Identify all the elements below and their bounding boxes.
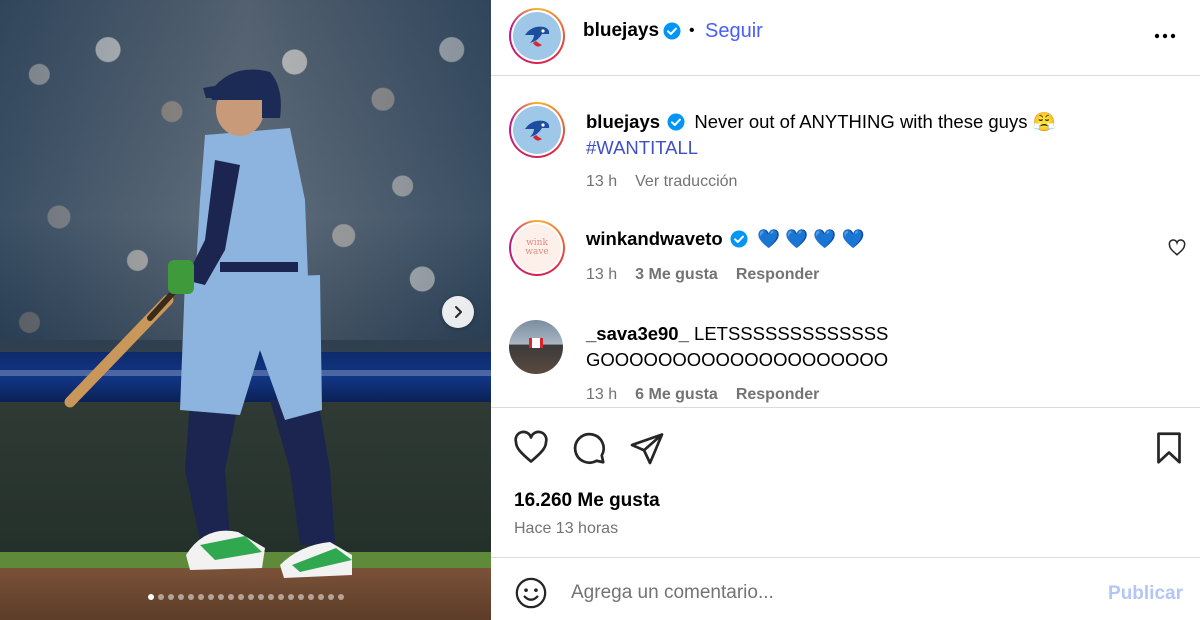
author-avatar[interactable]: [509, 8, 565, 64]
comment-icon[interactable]: [571, 430, 607, 466]
caption-avatar[interactable]: [509, 102, 565, 158]
post-panel: bluejays • Seguir bluejays Never out of …: [491, 0, 1200, 620]
likes-count[interactable]: 16.260 Me gusta: [514, 490, 660, 512]
more-horizontal-icon[interactable]: [1153, 24, 1177, 48]
carousel-indicators: [0, 594, 491, 600]
carousel-dot: [157, 594, 164, 600]
comment-input[interactable]: [571, 577, 1091, 609]
author-username[interactable]: bluejays: [583, 20, 659, 42]
carousel-dot: [327, 594, 334, 600]
baseball-player-image: [64, 69, 352, 578]
carousel-dot: [267, 594, 274, 600]
carousel-dot: [247, 594, 254, 600]
caption-username[interactable]: bluejays: [586, 111, 660, 132]
carousel-dot: [197, 594, 204, 600]
carousel-dot: [227, 594, 234, 600]
carousel-dot: [187, 594, 194, 600]
commenter-avatar[interactable]: [509, 320, 563, 374]
comment-time[interactable]: 13 h: [586, 386, 617, 404]
caption-text: Never out of ANYTHING with these guys 😤: [694, 111, 1056, 132]
carousel-dot: [297, 594, 304, 600]
comment-username[interactable]: _sava3e90_: [586, 323, 689, 344]
verified-badge-icon: [667, 113, 685, 131]
action-bar: 16.260 Me gusta Hace 13 horas: [491, 408, 1200, 558]
verified-badge-icon: [663, 22, 681, 40]
reply-button[interactable]: Responder: [736, 386, 820, 404]
carousel-dot: [207, 594, 214, 600]
carousel-dot: [287, 594, 294, 600]
caption-time[interactable]: 13 h: [586, 173, 617, 191]
post-header: bluejays • Seguir: [491, 0, 1200, 76]
share-icon[interactable]: [629, 430, 665, 466]
separator-dot: •: [689, 22, 695, 39]
comment-likes[interactable]: 3 Me gusta: [635, 266, 718, 284]
carousel-dot: [277, 594, 284, 600]
carousel-dot: [237, 594, 244, 600]
comment-likes[interactable]: 6 Me gusta: [635, 386, 718, 404]
commenter-avatar[interactable]: wink wave: [509, 220, 565, 276]
comment-text: 💙 💙 💙 💙: [757, 228, 865, 249]
carousel-dot: [177, 594, 184, 600]
carousel-dot: [307, 594, 314, 600]
reply-button[interactable]: Responder: [736, 266, 820, 284]
publish-button[interactable]: Publicar: [1108, 583, 1183, 605]
comments-list[interactable]: bluejays Never out of ANYTHING with thes…: [491, 76, 1200, 408]
emoji-icon[interactable]: [514, 576, 548, 610]
hashtag-link[interactable]: #WANTITALL: [586, 137, 698, 158]
carousel-dot: [317, 594, 324, 600]
carousel-dot: [257, 594, 264, 600]
carousel-dot: [337, 594, 344, 600]
bluejay-logo-icon: [525, 26, 550, 47]
bookmark-icon[interactable]: [1151, 430, 1187, 466]
comment-time[interactable]: 13 h: [586, 266, 617, 284]
chevron-right-icon: [455, 306, 462, 318]
carousel-dot: [167, 594, 174, 600]
comment-composer: Publicar: [491, 559, 1200, 620]
translate-link[interactable]: Ver traducción: [635, 173, 737, 191]
next-slide-button[interactable]: [442, 296, 474, 328]
bluejay-logo-icon: [525, 120, 550, 141]
carousel-dot: [217, 594, 224, 600]
follow-button[interactable]: Seguir: [705, 20, 763, 43]
verified-badge-icon: [730, 230, 748, 248]
commenter-avatar-text: wink wave: [525, 238, 549, 257]
comment-text-line2: GOOOOOOOOOOOOOOOOOOOO: [586, 349, 889, 370]
post-media[interactable]: [0, 0, 491, 620]
comment-text-line1: LETSSSSSSSSSSSSS: [694, 323, 889, 344]
heart-icon[interactable]: [513, 430, 549, 466]
heart-icon[interactable]: [1168, 239, 1186, 257]
post-timestamp[interactable]: Hace 13 horas: [514, 520, 618, 538]
carousel-dot: [147, 594, 154, 600]
comment-username[interactable]: winkandwaveto: [586, 228, 723, 249]
